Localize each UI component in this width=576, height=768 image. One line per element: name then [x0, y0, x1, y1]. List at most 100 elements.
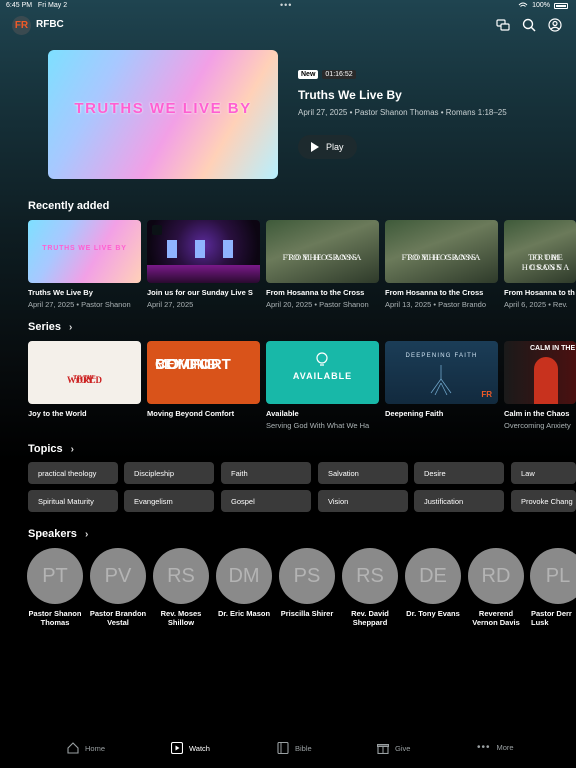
- tab-more[interactable]: ••• More: [477, 742, 514, 753]
- card-title: Truths We Live By: [28, 288, 93, 297]
- speaker-item[interactable]: PS Priscilla Shirer: [278, 548, 336, 618]
- speaker-item[interactable]: PL Pastor Derr Lusk: [530, 548, 576, 627]
- speakers-title: Speakers: [28, 528, 77, 540]
- tab-label: Home: [85, 743, 106, 753]
- series-heading[interactable]: Series ›: [28, 321, 72, 333]
- card-subtitle: April 27, 2025 • Pastor Shanon: [28, 300, 131, 309]
- series-title: Series: [28, 321, 62, 333]
- avatar: PT: [27, 548, 83, 604]
- thumb-line: TO THE CROSS: [528, 252, 564, 273]
- recent-card[interactable]: TRUTHS WE LIVE BY Truths We Live By Apri…: [28, 220, 141, 309]
- card-title: Deepening Faith: [385, 409, 444, 418]
- status-bar: 6:45 PM Fri May 2 ••• 100%: [0, 0, 576, 12]
- series-thumb: JOY TO THE WORLD: [28, 341, 141, 404]
- topic-chip[interactable]: Gospel: [221, 490, 311, 512]
- tab-give[interactable]: Give: [377, 742, 410, 754]
- card-title: From Hosanna to the Cross: [385, 288, 484, 297]
- topic-chip[interactable]: practical theology: [28, 462, 118, 484]
- speaker-name: Reverend Vernon Davis: [472, 609, 520, 627]
- thumb-text: DEEPENING FAITH: [405, 353, 478, 359]
- roots-icon: [430, 365, 452, 395]
- card-title: Calm in the Chaos: [504, 409, 570, 418]
- tab-bar: Home Watch Bible Give ••• More: [0, 734, 576, 768]
- avatar: RD: [468, 548, 524, 604]
- topic-chip[interactable]: Provoke Chang: [511, 490, 576, 512]
- thumb-text: TRUTHS WE LIVE BY: [42, 245, 127, 252]
- recent-card[interactable]: FROM HOSANNA TO THE CROSS From Hosanna to…: [385, 220, 498, 309]
- recent-card[interactable]: FROM HOSANNA TO THE CROSS From Hosanna to…: [266, 220, 379, 309]
- play-label: Play: [326, 142, 344, 152]
- speaker-name: Dr. Eric Mason: [217, 609, 271, 618]
- topic-chip[interactable]: Justification: [414, 490, 504, 512]
- channel-logo-icon: [152, 225, 162, 235]
- series-card[interactable]: MOVING BEYOND COMFORT Moving Beyond Comfor…: [147, 341, 260, 418]
- topic-chip[interactable]: Salvation: [318, 462, 408, 484]
- topic-chip[interactable]: Spiritual Maturity: [28, 490, 118, 512]
- speaker-item[interactable]: PV Pastor Brandon Vestal: [89, 548, 147, 627]
- chat-icon[interactable]: [496, 18, 510, 32]
- status-date: Fri May 2: [37, 2, 68, 9]
- series-card[interactable]: DEEPENING FAITH FR Deepening Faith: [385, 341, 498, 418]
- thumb-line: COMFORT: [155, 356, 231, 373]
- topic-chip[interactable]: Law: [511, 462, 576, 484]
- speaker-figure: [534, 357, 558, 404]
- topic-chip[interactable]: Discipleship: [124, 462, 214, 484]
- card-subtitle: April 27, 2025: [147, 300, 194, 309]
- speaker-item[interactable]: RS Rev. Moses Shillow: [152, 548, 210, 627]
- speaker-item[interactable]: RS Rev. David Sheppard: [341, 548, 399, 627]
- status-time-text: 6:45 PM: [6, 2, 33, 9]
- recent-card[interactable]: FROM HOSANNA TO THE CROSS From Hosanna to…: [504, 220, 576, 309]
- topic-chip[interactable]: Vision: [318, 490, 408, 512]
- gift-icon: [377, 744, 389, 754]
- recent-card[interactable]: Join us for our Sunday Live S April 27, …: [147, 220, 260, 309]
- recent-thumb: FROM HOSANNA TO THE CROSS: [385, 220, 498, 283]
- recently-added-title: Recently added: [28, 200, 110, 212]
- avatar: RS: [153, 548, 209, 604]
- card-title: From Hosanna to the Cross: [266, 288, 365, 297]
- topic-chip[interactable]: Desire: [414, 462, 504, 484]
- speaker-name: Dr. Tony Evans: [406, 609, 460, 618]
- topics-heading[interactable]: Topics ›: [28, 443, 74, 455]
- avatar: PS: [279, 548, 335, 604]
- speakers-heading[interactable]: Speakers ›: [28, 528, 88, 540]
- recent-thumb: FROM HOSANNA TO THE CROSS: [266, 220, 379, 283]
- thumb-text: CALM IN THE: [530, 345, 576, 352]
- tab-home[interactable]: Home: [67, 742, 105, 754]
- speaker-name: Pastor Brandon Vestal: [89, 609, 147, 627]
- chevron-right-icon: ›: [84, 528, 89, 540]
- speaker-item[interactable]: DM Dr. Eric Mason: [215, 548, 273, 618]
- card-title: Joy to the World: [28, 409, 87, 418]
- play-button[interactable]: Play: [298, 135, 357, 159]
- hero-artwork[interactable]: TRUTHS WE LIVE BY: [48, 50, 278, 179]
- recently-added-heading: Recently added: [28, 200, 109, 212]
- topics-title: Topics: [28, 443, 63, 455]
- series-card[interactable]: JOY TO THE WORLD Joy to the World: [28, 341, 141, 418]
- search-icon[interactable]: [522, 18, 536, 32]
- thumb-line: TO THE CROSS: [287, 252, 358, 262]
- card-title: Join us for our Sunday Live S: [147, 288, 253, 297]
- speaker-item[interactable]: RD Reverend Vernon Davis: [467, 548, 525, 627]
- multitask-dots-icon[interactable]: •••: [280, 0, 292, 10]
- brand-name: RFBC: [36, 19, 64, 30]
- speaker-name: Pastor Shanon Thomas: [28, 609, 82, 627]
- speaker-name: Rev. David Sheppard: [351, 609, 389, 627]
- tab-label: Watch: [189, 743, 210, 753]
- series-thumb: CALM IN THE: [504, 341, 576, 404]
- thumb-line: WORLD: [66, 375, 102, 385]
- book-icon: [277, 742, 289, 754]
- topic-chip[interactable]: Evangelism: [124, 490, 214, 512]
- card-subtitle: Serving God With What We Ha: [266, 421, 370, 430]
- top-bar: FR RFBC: [0, 14, 576, 38]
- series-card[interactable]: AVAILABLE Available Serving God With Wha…: [266, 341, 379, 430]
- topic-chip[interactable]: Faith: [221, 462, 311, 484]
- series-thumb: MOVING BEYOND COMFORT: [147, 341, 260, 404]
- series-card[interactable]: CALM IN THE Calm in the Chaos Overcoming…: [504, 341, 576, 430]
- tab-watch[interactable]: Watch: [171, 742, 210, 754]
- speaker-item[interactable]: PT Pastor Shanon Thomas: [26, 548, 84, 627]
- home-icon: [67, 742, 79, 754]
- tab-bible[interactable]: Bible: [277, 742, 312, 754]
- app-logo-icon[interactable]: FR: [12, 16, 31, 35]
- card-title: Moving Beyond Comfort: [147, 409, 235, 418]
- account-icon[interactable]: [548, 18, 562, 32]
- speaker-item[interactable]: DE Dr. Tony Evans: [404, 548, 462, 618]
